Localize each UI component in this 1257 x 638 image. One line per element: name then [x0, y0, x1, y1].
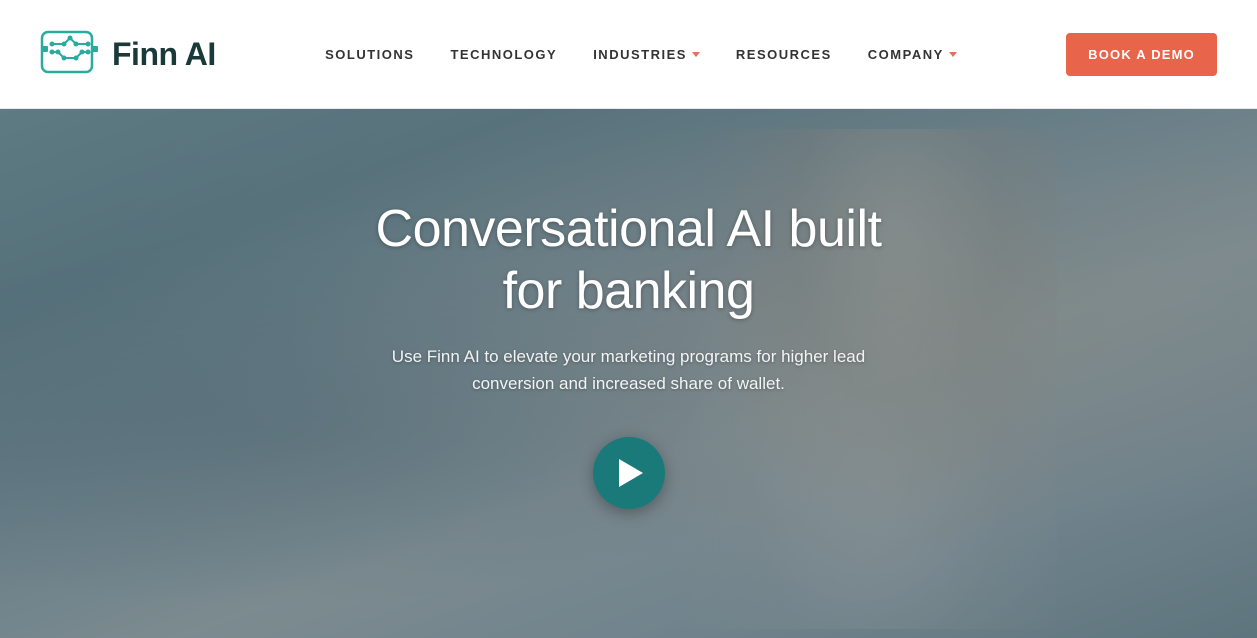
nav-industries[interactable]: INDUSTRIES — [593, 47, 700, 62]
finn-ai-logo-icon — [40, 24, 100, 84]
nav-solutions[interactable]: SOLUTIONS — [325, 47, 414, 62]
hero-content: Conversational AI builtfor banking Use F… — [369, 198, 889, 509]
nav-technology[interactable]: TECHNOLOGY — [450, 47, 557, 62]
company-dropdown-arrow — [949, 52, 957, 57]
book-demo-button[interactable]: BOOK A DEMO — [1066, 33, 1217, 76]
logo-link[interactable]: Finn AI — [40, 24, 216, 84]
hero-section: Conversational AI builtfor banking Use F… — [0, 109, 1257, 638]
hero-title: Conversational AI builtfor banking — [369, 198, 889, 323]
industries-dropdown-arrow — [692, 52, 700, 57]
play-video-button[interactable] — [593, 437, 665, 509]
main-nav: SOLUTIONS TECHNOLOGY INDUSTRIES RESOURCE… — [325, 47, 957, 62]
hero-subtitle: Use Finn AI to elevate your marketing pr… — [369, 343, 889, 397]
site-header: Finn AI SOLUTIONS TECHNOLOGY INDUSTRIES … — [0, 0, 1257, 109]
nav-company[interactable]: COMPANY — [868, 47, 957, 62]
logo-text: Finn AI — [112, 36, 216, 73]
play-icon — [619, 459, 643, 487]
nav-resources[interactable]: RESOURCES — [736, 47, 832, 62]
